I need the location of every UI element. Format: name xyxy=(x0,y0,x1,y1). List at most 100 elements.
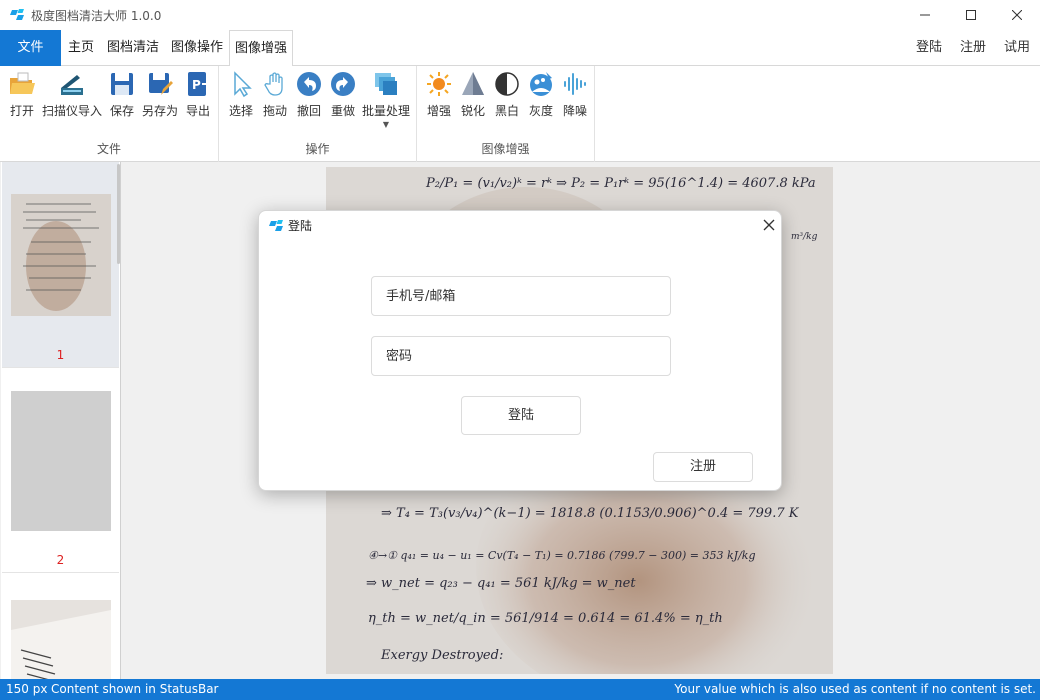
ribbon-tabs: 文件 主页 图档清洁 图像操作 图像增强 登陆 注册 试用 xyxy=(0,30,1040,67)
ribbon-toolbar: 打开 扫描仪导入 保存 另存为 P 导出 文件 选择 拖动 撤回 重做 批量处理… xyxy=(0,66,1040,162)
login-link[interactable]: 登陆 xyxy=(916,30,942,66)
tab-home[interactable]: 主页 xyxy=(61,30,101,66)
open-label: 打开 xyxy=(9,104,34,118)
redo-button[interactable]: 重做 xyxy=(327,70,359,119)
document-line: Exergy Destroyed: xyxy=(380,648,503,663)
drag-label: 拖动 xyxy=(262,104,287,118)
grayscale-label: 灰度 xyxy=(528,104,553,118)
dialog-close-button[interactable] xyxy=(759,215,779,235)
batch-icon xyxy=(375,73,397,95)
thumbnail-item[interactable] xyxy=(2,574,119,679)
password-input[interactable] xyxy=(371,336,671,376)
group-label-operation: 操作 xyxy=(305,142,330,156)
select-label: 选择 xyxy=(228,104,253,118)
register-button[interactable]: 注册 xyxy=(653,452,753,482)
thumbnail-panel[interactable]: 1 2 xyxy=(1,162,121,679)
undo-label: 撤回 xyxy=(296,104,321,118)
sharpen-button[interactable]: 锐化 xyxy=(457,70,489,119)
batch-process-label: 批量处理 xyxy=(361,104,410,118)
thumbnail-scrollbar[interactable] xyxy=(117,164,120,264)
save-icon xyxy=(111,73,133,95)
tab-file[interactable]: 文件 xyxy=(0,30,61,66)
dialog-title: 登陆 xyxy=(288,219,313,233)
export-button[interactable]: P 导出 xyxy=(182,70,214,119)
thumbnail-image xyxy=(11,600,111,679)
sharpen-label: 锐化 xyxy=(460,104,485,118)
group-label-enhance: 图像增强 xyxy=(481,142,530,156)
group-label-file: 文件 xyxy=(96,142,121,156)
contrast-icon xyxy=(495,72,519,96)
ribbon-group-enhance: 增强 锐化 黑白 灰度 降噪 图像增强 xyxy=(417,66,595,162)
trial-link[interactable]: 试用 xyxy=(1004,30,1030,66)
save-as-label: 另存为 xyxy=(141,104,178,118)
save-button[interactable]: 保存 xyxy=(106,70,138,119)
chevron-down-icon[interactable]: ▼ xyxy=(361,121,411,129)
document-line: ⇒ w_net = q₂₃ − q₄₁ = 561 kJ/kg = w_net xyxy=(366,576,636,591)
grayscale-icon xyxy=(530,72,552,96)
save-as-button[interactable]: 另存为 xyxy=(140,70,180,119)
open-button[interactable]: 打开 xyxy=(6,70,38,119)
redo-label: 重做 xyxy=(330,104,355,118)
ribbon-group-operation: 选择 拖动 撤回 重做 批量处理 ▼ 操作 xyxy=(219,66,417,162)
minimize-icon xyxy=(920,14,930,16)
app-logo-icon xyxy=(10,9,24,20)
thumbnail-image xyxy=(11,194,111,316)
close-icon xyxy=(1012,10,1022,20)
login-button[interactable]: 登陆 xyxy=(461,396,581,435)
enhance-button[interactable]: 增强 xyxy=(423,70,455,119)
pointer-icon xyxy=(234,71,252,98)
grayscale-button[interactable]: 灰度 xyxy=(525,70,557,119)
document-line: m³/kg xyxy=(791,232,818,242)
black-white-button[interactable]: 黑白 xyxy=(491,70,523,119)
status-zoom: 150 px xyxy=(6,682,48,696)
redo-icon xyxy=(331,72,355,96)
status-right-text: Your value which is also used as content… xyxy=(674,682,1036,696)
scanner-icon xyxy=(61,75,83,95)
triangle-icon xyxy=(462,72,484,95)
denoise-button[interactable]: 降噪 xyxy=(559,70,591,119)
status-left-text: Content shown in StatusBar xyxy=(51,682,219,696)
svg-text:P: P xyxy=(192,78,201,92)
document-line: ⇒ T₄ = T₃(v₃/v₄)^(k−1) = 1818.8 (0.1153/… xyxy=(381,506,800,521)
register-link[interactable]: 注册 xyxy=(960,30,986,66)
select-button[interactable]: 选择 xyxy=(225,70,257,119)
sun-icon xyxy=(427,72,451,96)
window-title: 极度图档清洁大师 1.0.0 xyxy=(31,8,162,23)
close-window-button[interactable] xyxy=(994,0,1040,30)
tab-document-clean[interactable]: 图档清洁 xyxy=(101,30,165,66)
export-icon: P xyxy=(188,72,212,96)
title-bar: 极度图档清洁大师 1.0.0 xyxy=(0,0,1040,30)
tab-image-operation[interactable]: 图像操作 xyxy=(165,30,229,66)
maximize-button[interactable] xyxy=(948,0,994,30)
thumbnail-image xyxy=(11,391,111,531)
hand-icon xyxy=(264,72,283,96)
enhance-label: 增强 xyxy=(426,104,451,118)
folder-open-icon xyxy=(10,72,35,94)
black-white-label: 黑白 xyxy=(494,104,519,118)
minimize-button[interactable] xyxy=(902,0,948,30)
save-as-icon xyxy=(149,73,173,95)
waveform-icon xyxy=(564,73,586,95)
thumbnail-number: 2 xyxy=(56,553,65,567)
phone-email-input[interactable] xyxy=(371,276,671,316)
batch-process-button[interactable]: 批量处理 ▼ xyxy=(361,70,411,129)
undo-icon xyxy=(297,72,321,96)
status-bar: 150 px Content shown in StatusBar Your v… xyxy=(0,679,1040,700)
scanner-import-button[interactable]: 扫描仪导入 xyxy=(40,70,104,119)
undo-button[interactable]: 撤回 xyxy=(293,70,325,119)
save-label: 保存 xyxy=(109,104,134,118)
scanner-import-label: 扫描仪导入 xyxy=(41,104,102,118)
thumbnail-number: 1 xyxy=(56,348,65,362)
thumbnail-item[interactable]: 2 xyxy=(2,369,119,573)
document-line: ④→① q₄₁ = u₄ − u₁ = Cv(T₄ − T₁) = 0.7186… xyxy=(368,549,756,562)
tab-image-enhance[interactable]: 图像增强 xyxy=(229,30,293,67)
thumbnail-item[interactable]: 1 xyxy=(2,162,119,368)
app-logo-icon xyxy=(269,220,283,231)
denoise-label: 降噪 xyxy=(562,104,587,118)
close-icon xyxy=(763,219,775,231)
maximize-icon xyxy=(966,10,976,20)
document-line: η_th = w_net/q_in = 561/914 = 0.614 = 61… xyxy=(368,611,723,626)
login-dialog: 登陆 登陆 注册 xyxy=(258,210,782,491)
drag-button[interactable]: 拖动 xyxy=(259,70,291,119)
ribbon-group-file: 打开 扫描仪导入 保存 另存为 P 导出 文件 xyxy=(0,66,219,162)
